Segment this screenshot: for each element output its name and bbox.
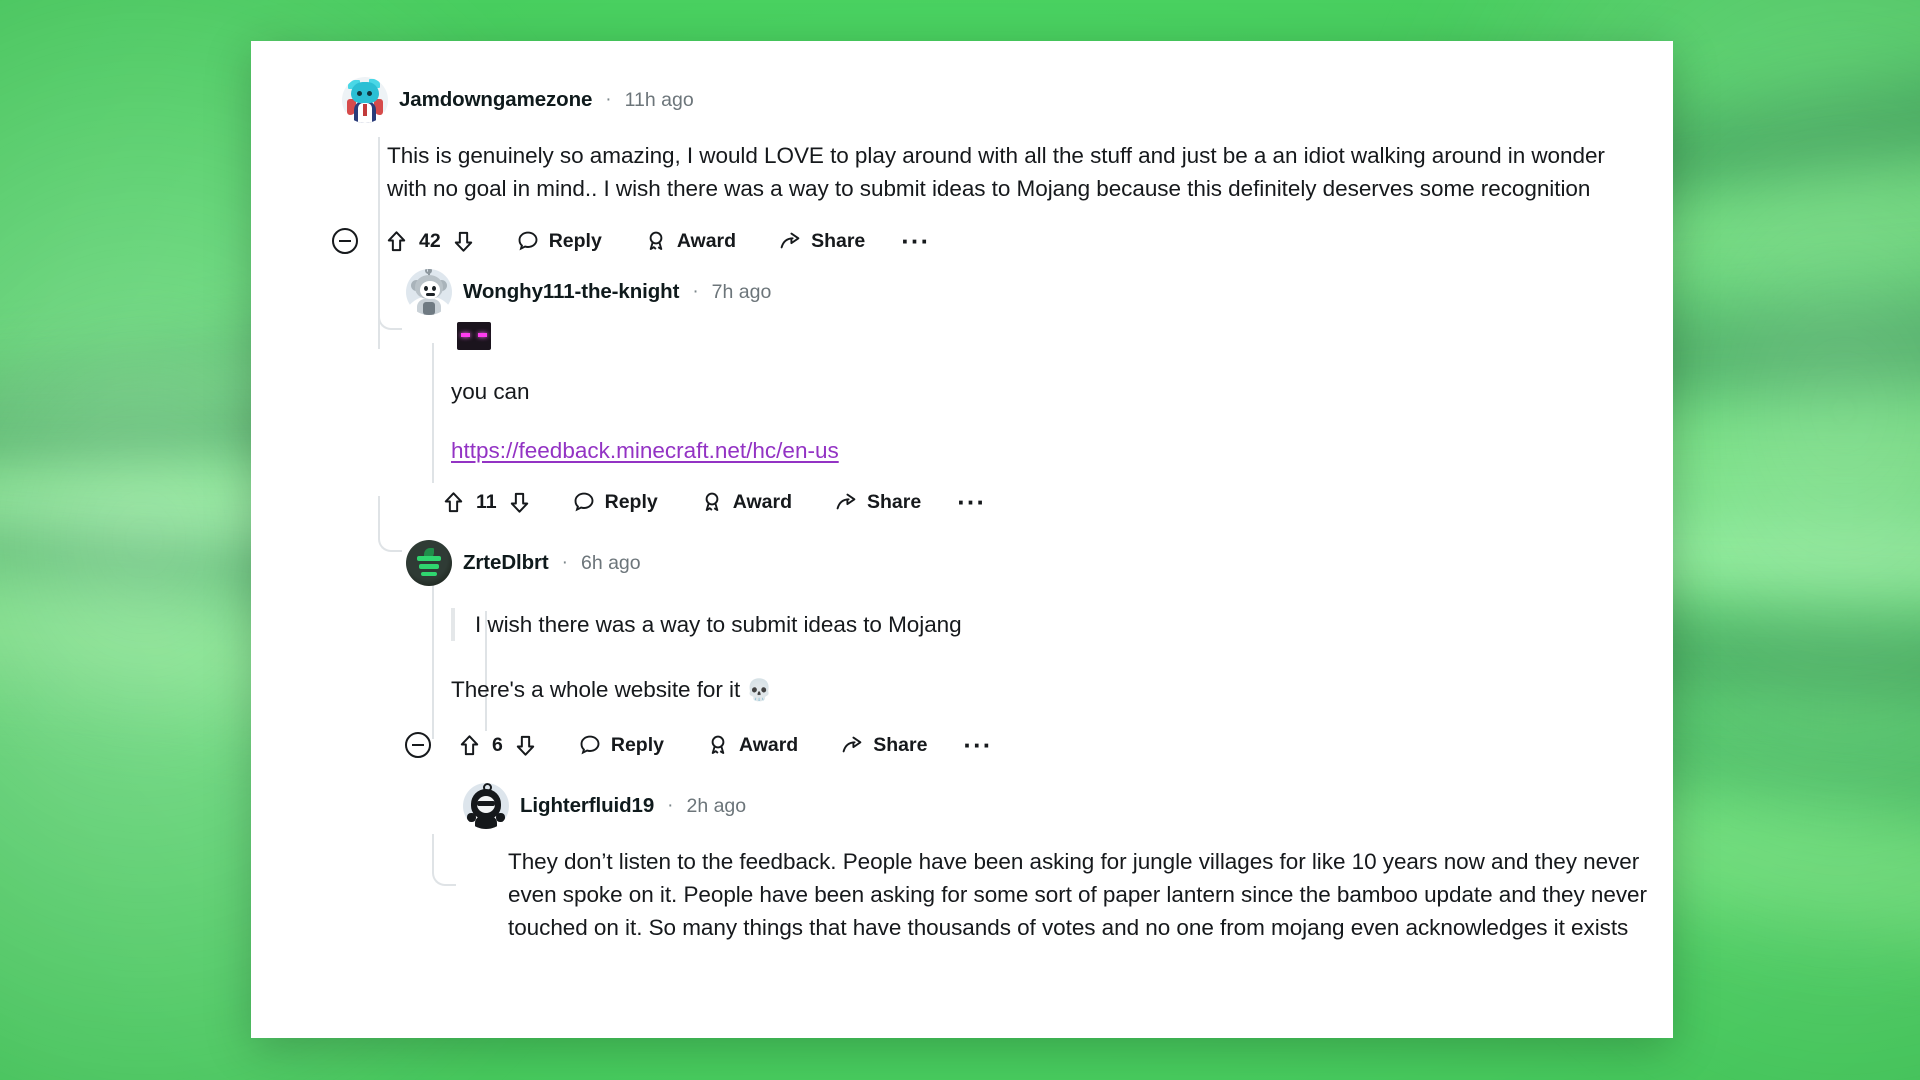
vote-group: 42 [378, 229, 482, 254]
reply-button[interactable]: Reply [504, 221, 614, 261]
avatar[interactable] [406, 269, 452, 316]
award-medal-icon [644, 229, 668, 253]
comment-author[interactable]: Lighterfluid19 [520, 794, 654, 818]
avatar[interactable] [463, 783, 509, 830]
share-arrow-icon [840, 733, 864, 757]
overflow-menu-button[interactable]: ··· [947, 489, 996, 515]
overflow-menu-button[interactable]: ··· [953, 732, 1002, 758]
comment-timestamp: 11h ago [624, 88, 694, 111]
skull-emoji: 💀 [746, 679, 773, 703]
vote-group: 6 [451, 733, 544, 758]
comment-wonghy111-the-knight: Wonghy111-the-knight · 7h ago you can ht… [251, 263, 1673, 524]
upvote-icon[interactable] [457, 733, 482, 758]
vote-count: 6 [492, 733, 503, 756]
share-label: Share [811, 229, 866, 252]
collapse-icon [405, 732, 431, 759]
collapse-thread-button[interactable] [399, 725, 437, 765]
award-label: Award [732, 490, 792, 513]
header-separator: · [605, 89, 612, 110]
comment-actions: 11 Reply Award Share ··· [435, 480, 1673, 524]
award-label: Award [676, 229, 737, 252]
share-arrow-icon [834, 490, 858, 514]
share-button[interactable]: Share [828, 725, 939, 765]
award-button[interactable]: Award [632, 221, 748, 261]
comment-blockquote: I wish there was a way to submit ideas t… [451, 608, 1673, 642]
reply-label: Reply [548, 229, 602, 252]
comment-thread: Jamdowngamezone · 11h ago This is genuin… [251, 41, 1673, 944]
share-label: Share [866, 490, 922, 513]
comment-thread-card: Jamdowngamezone · 11h ago This is genuin… [251, 41, 1673, 1038]
downvote-icon[interactable] [513, 733, 538, 758]
award-medal-icon [700, 490, 724, 514]
header-separator: · [667, 795, 674, 817]
blockquote-text: I wish there was a way to submit ideas t… [475, 612, 962, 638]
comment-actions: 42 Reply Award Share ··· [326, 219, 1673, 263]
comment-timestamp: 2h ago [686, 794, 747, 817]
header-separator: · [692, 281, 699, 303]
comment-lighterfluid19: Lighterfluid19 · 2h ago They don’t liste… [251, 767, 1673, 944]
avatar[interactable] [406, 540, 452, 587]
comment-bubble-icon [572, 490, 596, 514]
feedback-link[interactable]: https://feedback.minecraft.net/hc/en-us [451, 438, 839, 463]
comment-header: Lighterfluid19 · 2h ago [463, 783, 1673, 830]
comment-author[interactable]: ZrteDlbrt [463, 551, 549, 575]
comment-bubble-icon [578, 733, 602, 757]
reply-label: Reply [604, 490, 658, 513]
avatar[interactable] [342, 77, 388, 123]
comment-timestamp: 6h ago [580, 551, 641, 574]
comment-timestamp: 7h ago [711, 280, 772, 303]
comment-author[interactable]: Wonghy111-the-knight [463, 280, 679, 304]
comment-actions: 6 Reply Award Share ··· [399, 723, 1673, 767]
comment-header: Jamdowngamezone · 11h ago [342, 77, 1673, 123]
reply-button[interactable]: Reply [560, 482, 670, 522]
share-label: Share [873, 733, 928, 756]
comment-body: There's a whole website for it 💀 [451, 673, 1673, 707]
comment-jamdowngamezone: Jamdowngamezone · 11h ago This is genuin… [251, 59, 1673, 263]
award-medal-icon [706, 733, 730, 757]
upvote-icon[interactable] [384, 229, 409, 254]
reply-button[interactable]: Reply [566, 725, 676, 765]
enderman-face-icon [457, 322, 491, 351]
reply-label: Reply [610, 733, 664, 756]
comment-body: This is genuinely so amazing, I would LO… [387, 143, 1605, 202]
comment-link-row: https://feedback.minecraft.net/hc/en-us [451, 438, 1673, 464]
vote-group: 11 [435, 490, 538, 515]
enderman-sticker [451, 313, 1673, 359]
overflow-menu-button[interactable]: ··· [891, 228, 940, 254]
comment-header: ZrteDlbrt · 6h ago [406, 540, 1673, 587]
comment-bubble-icon [516, 229, 540, 253]
comment-zrtedlbrt: ZrteDlbrt · 6h ago I wish there was a wa… [251, 524, 1673, 767]
share-arrow-icon [778, 229, 802, 253]
share-button[interactable]: Share [766, 221, 877, 261]
downvote-icon[interactable] [451, 229, 476, 254]
comment-author[interactable]: Jamdowngamezone [399, 88, 592, 112]
header-separator: · [561, 552, 568, 574]
vote-count: 11 [476, 490, 497, 513]
collapse-icon [332, 228, 358, 255]
award-label: Award [738, 733, 799, 756]
sticker-frame [451, 313, 497, 359]
comment-body-text: There's a whole website for it [451, 677, 747, 703]
award-button[interactable]: Award [688, 482, 804, 522]
award-button[interactable]: Award [694, 725, 810, 765]
collapse-thread-button[interactable] [326, 221, 364, 261]
vote-count: 42 [419, 229, 441, 252]
comment-body: you can [451, 379, 530, 405]
upvote-icon[interactable] [441, 490, 466, 515]
comment-header: Wonghy111-the-knight · 7h ago [406, 269, 1673, 316]
downvote-icon[interactable] [507, 490, 532, 515]
share-button[interactable]: Share [822, 482, 933, 522]
comment-body: They don’t listen to the feedback. Peopl… [508, 849, 1647, 941]
